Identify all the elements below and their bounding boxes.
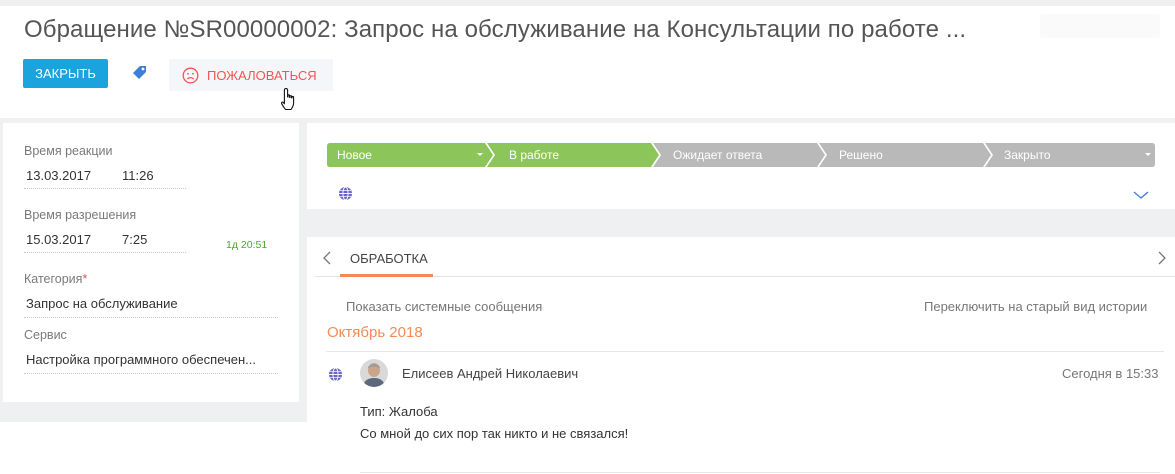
show-system-messages-link[interactable]: Показать системные сообщения xyxy=(346,299,542,314)
stage-closed-label: Закрыто xyxy=(1004,148,1051,162)
tag-icon[interactable] xyxy=(131,64,149,82)
feed-divider xyxy=(326,351,1164,352)
tab-processing[interactable]: ОБРАБОТКА xyxy=(340,251,433,277)
chevron-left-icon[interactable] xyxy=(322,251,332,265)
switch-old-history-link[interactable]: Переключить на старый вид истории xyxy=(924,299,1147,314)
chevron-right-icon[interactable] xyxy=(1157,251,1167,265)
resolution-field-underline xyxy=(24,252,186,253)
resolution-time-value[interactable]: 7:25 xyxy=(122,232,147,247)
service-field-underline xyxy=(24,373,278,374)
category-value[interactable]: Запрос на обслуживание xyxy=(26,296,178,311)
tabs-divider xyxy=(315,276,1175,277)
stage-in-progress[interactable]: В работе xyxy=(487,143,659,167)
stage-in-progress-label: В работе xyxy=(509,148,559,162)
category-label: Категория* xyxy=(24,272,88,286)
hand-cursor-icon xyxy=(280,87,295,111)
stage-new[interactable]: Новое xyxy=(327,143,493,167)
close-button[interactable]: ЗАКРЫТЬ xyxy=(23,59,108,88)
resolution-date-value[interactable]: 15.03.2017 xyxy=(26,232,91,247)
stage-awaiting-label: Ожидает ответа xyxy=(673,148,763,162)
feed-message-line: Со мной до сих пор так никто и не связал… xyxy=(360,426,629,441)
reaction-time-value[interactable]: 11:26 xyxy=(122,168,154,183)
reaction-time-label: Время реакции xyxy=(24,144,113,158)
feed-message-line: Тип: Жалоба xyxy=(360,404,438,419)
required-marker: * xyxy=(82,272,88,286)
month-header: Октябрь 2018 xyxy=(327,324,423,341)
page-title: Обращение №SR00000002: Запрос на обслужи… xyxy=(24,16,967,43)
globe-icon xyxy=(329,367,342,382)
stage-resolved[interactable]: Решено xyxy=(819,143,991,167)
service-label: Сервис xyxy=(24,328,67,342)
stage-new-label: Новое xyxy=(337,148,372,162)
header-faded-button xyxy=(1040,14,1160,38)
category-field-underline xyxy=(24,317,278,318)
stage-closed[interactable]: Закрыто xyxy=(985,143,1155,167)
resolution-remaining-badge: 1д 20:51 xyxy=(226,239,268,251)
avatar[interactable] xyxy=(360,359,388,387)
stage-awaiting-reply[interactable]: Ожидает ответа xyxy=(653,143,825,167)
resolution-time-label: Время разрешения xyxy=(24,208,137,222)
complain-button[interactable]: ПОЖАЛОВАТЬСЯ xyxy=(169,59,333,91)
complain-label: ПОЖАЛОВАТЬСЯ xyxy=(207,67,317,83)
stage-resolved-label: Решено xyxy=(839,148,883,162)
feed-timestamp: Сегодня в 15:33 xyxy=(1062,366,1159,381)
reaction-date-value[interactable]: 13.03.2017 xyxy=(26,168,91,183)
service-value[interactable]: Настройка программного обеспечен... xyxy=(26,352,256,367)
reaction-field-underline xyxy=(24,188,186,189)
chevron-down-icon[interactable] xyxy=(1133,190,1149,200)
feed-bottom-divider xyxy=(360,472,1160,473)
globe-icon[interactable] xyxy=(338,186,353,201)
sad-face-icon xyxy=(182,67,199,83)
feed-author[interactable]: Елисеев Андрей Николаевич xyxy=(402,366,578,381)
stage-progress-bar: Новое В работе Ожидает ответа Решено Зак… xyxy=(327,143,1155,167)
